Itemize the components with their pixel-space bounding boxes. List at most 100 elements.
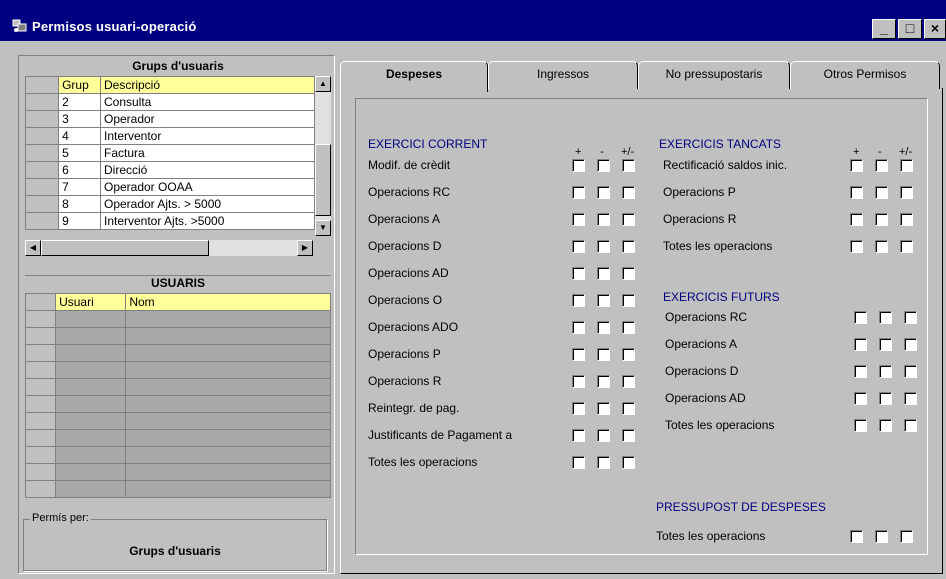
closed-checkbox-minus[interactable] xyxy=(875,186,888,199)
cell-nom[interactable] xyxy=(125,395,331,413)
future-checkbox-plusminus[interactable] xyxy=(904,392,917,405)
table-row[interactable] xyxy=(24,429,331,447)
current-checkbox-minus[interactable] xyxy=(597,429,610,442)
current-checkbox-plusminus[interactable] xyxy=(622,159,635,172)
closed-checkbox-minus[interactable] xyxy=(875,159,888,172)
current-checkbox-minus[interactable] xyxy=(597,186,610,199)
current-checkbox-plus[interactable] xyxy=(572,402,585,415)
cell-usuari[interactable] xyxy=(55,395,127,413)
table-row[interactable] xyxy=(24,310,331,328)
current-checkbox-plusminus[interactable] xyxy=(622,375,635,388)
minimize-button[interactable]: _ xyxy=(872,19,896,39)
row-selector[interactable] xyxy=(24,310,57,328)
current-checkbox-minus[interactable] xyxy=(597,267,610,280)
close-button[interactable]: × xyxy=(924,19,946,39)
current-checkbox-plusminus[interactable] xyxy=(622,429,635,442)
cell-nom[interactable] xyxy=(125,429,331,447)
table-row[interactable] xyxy=(24,361,331,379)
future-checkbox-minus[interactable] xyxy=(879,419,892,432)
cell-usuari[interactable] xyxy=(55,344,127,362)
cell-grup[interactable]: 9 xyxy=(58,212,101,230)
cell-nom[interactable] xyxy=(125,463,331,481)
future-checkbox-minus[interactable] xyxy=(879,365,892,378)
cell-grup[interactable]: 2 xyxy=(58,93,101,111)
row-selector[interactable] xyxy=(24,93,60,111)
scroll-left-button[interactable]: ◀ xyxy=(25,240,41,256)
cell-nom[interactable] xyxy=(125,446,331,464)
cell-usuari[interactable] xyxy=(55,429,127,447)
col-header-usuari[interactable]: Usuari xyxy=(55,293,127,311)
current-checkbox-plusminus[interactable] xyxy=(622,348,635,361)
future-checkbox-minus[interactable] xyxy=(879,338,892,351)
current-checkbox-plusminus[interactable] xyxy=(622,240,635,253)
row-selector[interactable] xyxy=(24,178,60,196)
row-selector[interactable] xyxy=(24,395,57,413)
maximize-button[interactable]: □ xyxy=(898,19,922,39)
cell-nom[interactable] xyxy=(125,480,331,498)
current-checkbox-plusminus[interactable] xyxy=(622,402,635,415)
closed-checkbox-plusminus[interactable] xyxy=(900,213,913,226)
cell-descripcio[interactable]: Operador OOAA xyxy=(99,178,316,196)
current-checkbox-minus[interactable] xyxy=(597,456,610,469)
cell-grup[interactable]: 6 xyxy=(58,161,101,179)
future-checkbox-plusminus[interactable] xyxy=(904,419,917,432)
tab-ingressos[interactable]: Ingressos xyxy=(488,61,638,89)
closed-checkbox-plus[interactable] xyxy=(850,213,863,226)
table-row[interactable] xyxy=(24,378,331,396)
table-row[interactable] xyxy=(24,344,331,362)
cell-descripcio[interactable]: Operador xyxy=(99,110,316,128)
current-checkbox-minus[interactable] xyxy=(597,240,610,253)
current-checkbox-minus[interactable] xyxy=(597,213,610,226)
cell-usuari[interactable] xyxy=(55,480,127,498)
future-checkbox-plus[interactable] xyxy=(854,338,867,351)
future-checkbox-minus[interactable] xyxy=(879,392,892,405)
current-checkbox-plusminus[interactable] xyxy=(622,294,635,307)
table-row[interactable]: 4 Interventor xyxy=(24,127,316,145)
row-selector[interactable] xyxy=(24,480,57,498)
current-checkbox-plus[interactable] xyxy=(572,186,585,199)
current-checkbox-plusminus[interactable] xyxy=(622,321,635,334)
cell-descripcio[interactable]: Interventor Ajts. >5000 xyxy=(99,212,316,230)
cell-nom[interactable] xyxy=(125,361,331,379)
cell-nom[interactable] xyxy=(125,412,331,430)
cell-usuari[interactable] xyxy=(55,412,127,430)
current-checkbox-minus[interactable] xyxy=(597,321,610,334)
current-checkbox-plus[interactable] xyxy=(572,294,585,307)
table-row[interactable] xyxy=(24,463,331,481)
current-checkbox-plus[interactable] xyxy=(572,429,585,442)
current-checkbox-minus[interactable] xyxy=(597,159,610,172)
current-checkbox-plus[interactable] xyxy=(572,213,585,226)
scroll-thumb[interactable] xyxy=(315,144,331,216)
closed-checkbox-plusminus[interactable] xyxy=(900,186,913,199)
table-row[interactable] xyxy=(24,446,331,464)
table-row[interactable]: 2 Consulta xyxy=(24,93,316,111)
row-selector[interactable] xyxy=(24,144,60,162)
tab-no-pressupostaris[interactable]: No pressupostaris xyxy=(638,61,790,89)
cell-grup[interactable]: 3 xyxy=(58,110,101,128)
closed-checkbox-plus[interactable] xyxy=(850,159,863,172)
current-checkbox-plus[interactable] xyxy=(572,240,585,253)
current-checkbox-plus[interactable] xyxy=(572,348,585,361)
cell-usuari[interactable] xyxy=(55,378,127,396)
current-checkbox-plusminus[interactable] xyxy=(622,456,635,469)
table-row[interactable] xyxy=(24,327,331,345)
future-checkbox-plusminus[interactable] xyxy=(904,338,917,351)
row-selector[interactable] xyxy=(24,361,57,379)
future-checkbox-plusminus[interactable] xyxy=(904,365,917,378)
table-row[interactable]: 5 Factura xyxy=(24,144,316,162)
current-checkbox-minus[interactable] xyxy=(597,375,610,388)
row-selector[interactable] xyxy=(24,463,57,481)
cell-nom[interactable] xyxy=(125,344,331,362)
future-checkbox-plusminus[interactable] xyxy=(904,311,917,324)
row-selector[interactable] xyxy=(24,195,60,213)
permis-per-value[interactable]: Grups d'usuaris xyxy=(24,544,326,558)
row-selector[interactable] xyxy=(24,412,57,430)
current-checkbox-plus[interactable] xyxy=(572,375,585,388)
future-checkbox-plus[interactable] xyxy=(854,392,867,405)
cell-nom[interactable] xyxy=(125,310,331,328)
cell-grup[interactable]: 4 xyxy=(58,127,101,145)
current-checkbox-plus[interactable] xyxy=(572,321,585,334)
current-checkbox-minus[interactable] xyxy=(597,402,610,415)
cell-usuari[interactable] xyxy=(55,361,127,379)
current-checkbox-minus[interactable] xyxy=(597,294,610,307)
